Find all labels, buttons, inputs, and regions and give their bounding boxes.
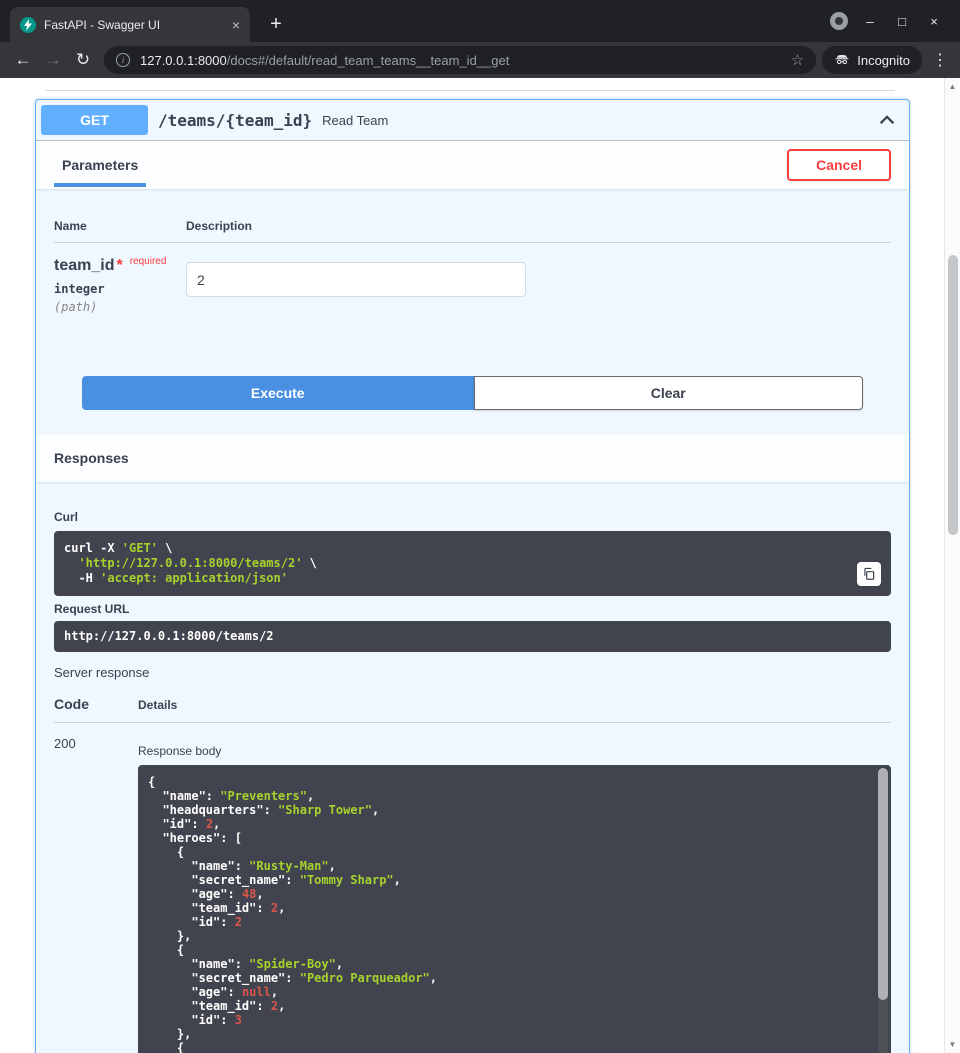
page-content: GET /teams/{team_id} Read Team Parameter… (0, 78, 960, 1053)
tab-strip: FastAPI - Swagger UI × + – □ × (0, 0, 960, 42)
clear-button[interactable]: Clear (474, 376, 864, 410)
parameters-table-header: Name Description (54, 219, 891, 243)
curl-block: curl -X 'GET' \ 'http://127.0.0.1:8000/t… (54, 531, 891, 596)
parameter-type: integer (54, 282, 186, 296)
required-label: required (130, 256, 167, 267)
parameter-name: team_id*required (54, 257, 186, 275)
browser-toolbar: ← → ↻ i 127.0.0.1:8000 /docs#/default/re… (0, 42, 960, 78)
minimize-button[interactable]: – (854, 14, 886, 29)
browser-tab[interactable]: FastAPI - Swagger UI × (10, 7, 250, 42)
browser-profile-icon[interactable] (830, 12, 848, 30)
back-button[interactable]: ← (8, 46, 38, 74)
forward-button[interactable]: → (38, 46, 68, 74)
operation-path: /teams/{team_id} (158, 111, 312, 130)
scroll-up-arrow[interactable]: ▲ (945, 82, 960, 91)
collapse-chevron-icon[interactable] (878, 111, 896, 129)
response-table-header: Code Details (54, 696, 891, 723)
tab-title: FastAPI - Swagger UI (44, 18, 226, 32)
curl-code: curl -X 'GET' \ 'http://127.0.0.1:8000/t… (64, 541, 841, 586)
name-column-header: Name (54, 219, 186, 233)
page-scrollbar: ▲ ▼ (944, 78, 960, 1053)
opblock-summary[interactable]: GET /teams/{team_id} Read Team (36, 100, 909, 141)
required-asterisk: * (116, 257, 122, 274)
details-column-header: Details (138, 698, 891, 712)
page-info-icon[interactable]: i (116, 53, 130, 67)
url-path: /docs#/default/read_team_teams__team_id_… (227, 53, 783, 68)
response-body-label: Response body (138, 744, 891, 758)
browser-menu-button[interactable]: ⋮ (928, 50, 952, 70)
page-scrollbar-thumb[interactable] (948, 255, 958, 535)
url-bar[interactable]: i 127.0.0.1:8000 /docs#/default/read_tea… (104, 46, 816, 74)
responses-header: Responses (36, 434, 909, 482)
copy-icon (862, 567, 876, 581)
responses-title: Responses (54, 450, 129, 466)
response-scrollbar-thumb[interactable] (878, 768, 888, 1000)
request-url-value: http://127.0.0.1:8000/teams/2 (64, 629, 274, 644)
new-tab-button[interactable]: + (262, 10, 290, 38)
operation-summary: Read Team (322, 113, 388, 128)
cancel-button[interactable]: Cancel (787, 149, 891, 181)
copy-button[interactable] (857, 562, 881, 586)
maximize-button[interactable]: □ (886, 14, 918, 29)
description-column-header: Description (186, 219, 891, 233)
method-badge: GET (41, 105, 148, 135)
curl-label: Curl (54, 510, 891, 524)
bookmark-star-icon[interactable]: ☆ (791, 51, 804, 69)
parameters-header: Parameters Cancel (36, 141, 909, 189)
scroll-down-arrow[interactable]: ▼ (945, 1040, 960, 1049)
incognito-badge: Incognito (822, 46, 922, 74)
window-close-button[interactable]: × (918, 14, 950, 29)
execute-button[interactable]: Execute (82, 376, 474, 410)
browser-chrome: FastAPI - Swagger UI × + – □ × ← → ↻ i 1… (0, 0, 960, 78)
request-url-label: Request URL (54, 602, 891, 616)
team-id-input[interactable] (186, 262, 526, 297)
request-url-block: http://127.0.0.1:8000/teams/2 (54, 621, 891, 652)
tab-parameters[interactable]: Parameters (54, 157, 146, 173)
window-controls: – □ × (854, 0, 950, 42)
previous-section-divider (45, 90, 895, 91)
tab-close-icon[interactable]: × (232, 17, 240, 33)
reload-button[interactable]: ↻ (68, 46, 98, 74)
responses-section: Curl curl -X 'GET' \ 'http://127.0.0.1:8… (36, 482, 909, 1053)
fastapi-favicon-icon (20, 17, 36, 33)
incognito-icon (834, 51, 850, 70)
parameter-location: (path) (54, 300, 186, 314)
response-body-code: { "name": "Preventers", "headquarters": … (148, 775, 867, 1053)
parameter-row: team_id*required integer (path) (54, 243, 891, 344)
response-body-block: { "name": "Preventers", "headquarters": … (138, 765, 891, 1053)
url-host: 127.0.0.1:8000 (140, 53, 227, 68)
execute-button-group: Execute Clear (82, 376, 863, 410)
response-row: 200 Response body { "name": "Preventers"… (54, 736, 891, 1053)
parameters-table: Name Description team_id*required intege… (36, 189, 909, 410)
code-column-header: Code (54, 696, 138, 712)
response-scrollbar (878, 768, 888, 1053)
incognito-label: Incognito (857, 53, 910, 68)
server-response-label: Server response (54, 665, 891, 680)
opblock-get: GET /teams/{team_id} Read Team Parameter… (35, 99, 910, 1053)
status-code: 200 (54, 736, 138, 1053)
